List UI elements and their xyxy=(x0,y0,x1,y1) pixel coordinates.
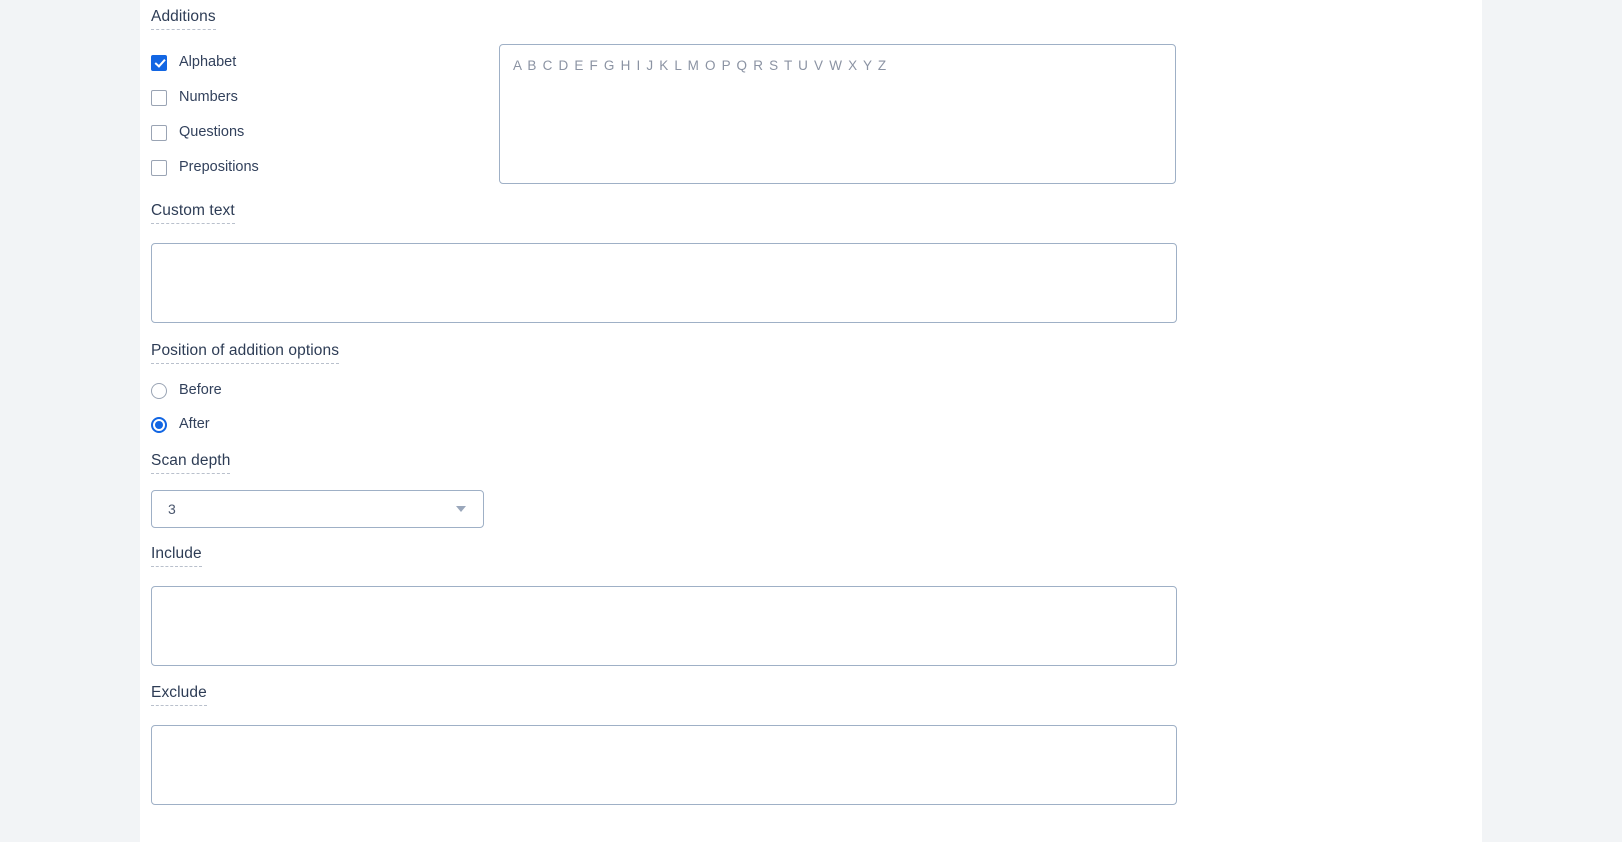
settings-panel: Additions Alphabet Numbers Questions Pre… xyxy=(140,0,1482,842)
include-input[interactable] xyxy=(151,586,1177,666)
scan-depth-label: Scan depth xyxy=(151,451,231,474)
checkbox-label-alphabet: Alphabet xyxy=(179,54,237,70)
checkbox-row-prepositions[interactable]: Prepositions xyxy=(151,159,259,176)
checkbox-alphabet[interactable] xyxy=(151,54,167,71)
exclude-label-wrap: Exclude xyxy=(151,683,207,706)
checkbox-row-numbers[interactable]: Numbers xyxy=(151,89,238,106)
radio-label-before: Before xyxy=(179,382,222,398)
custom-text-label: Custom text xyxy=(151,201,235,224)
checkbox-label-questions: Questions xyxy=(179,124,245,140)
exclude-label: Exclude xyxy=(151,683,207,706)
checkbox-prepositions[interactable] xyxy=(151,159,167,176)
checkbox-numbers[interactable] xyxy=(151,89,167,106)
scan-depth-select[interactable]: 3 xyxy=(151,490,484,528)
custom-text-label-wrap: Custom text xyxy=(151,201,235,224)
custom-text-input[interactable] xyxy=(151,243,1177,323)
checkbox-label-prepositions: Prepositions xyxy=(179,159,259,175)
position-label-wrap: Position of addition options xyxy=(151,341,340,364)
additions-label-wrap: Additions xyxy=(151,7,216,30)
position-label: Position of addition options xyxy=(151,341,340,364)
additions-label: Additions xyxy=(151,7,216,30)
scan-depth-value: 3 xyxy=(168,501,176,517)
checkbox-row-questions[interactable]: Questions xyxy=(151,124,244,141)
include-label: Include xyxy=(151,544,202,567)
radio-before[interactable] xyxy=(151,382,167,399)
checkbox-label-numbers: Numbers xyxy=(179,89,238,105)
radio-label-after: After xyxy=(179,416,210,432)
radio-after[interactable] xyxy=(151,416,167,433)
additions-preview-box[interactable]: A B C D E F G H I J K L M O P Q R S T U … xyxy=(499,44,1176,184)
scan-depth-label-wrap: Scan depth xyxy=(151,451,231,474)
checkbox-questions[interactable] xyxy=(151,124,167,141)
radio-row-before[interactable]: Before xyxy=(151,382,222,399)
include-label-wrap: Include xyxy=(151,544,202,567)
chevron-down-icon[interactable] xyxy=(456,506,466,512)
checkbox-row-alphabet[interactable]: Alphabet xyxy=(151,54,236,71)
app-root: Additions Alphabet Numbers Questions Pre… xyxy=(0,0,1622,842)
radio-row-after[interactable]: After xyxy=(151,416,210,433)
exclude-input[interactable] xyxy=(151,725,1177,805)
